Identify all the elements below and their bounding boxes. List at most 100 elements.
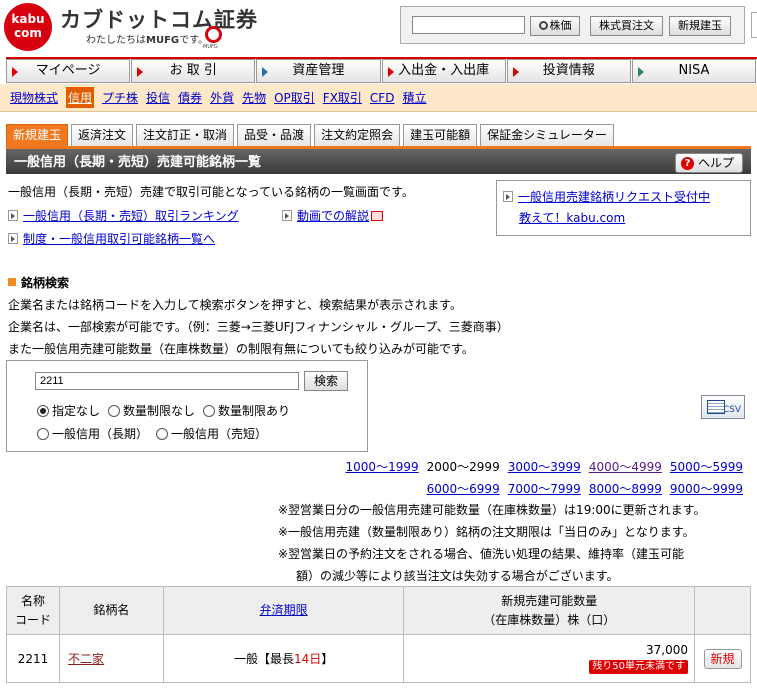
result-table: 名称 コード 銘柄名 弁済期限 新規売建可能数量 （在庫株数量）株（口） 2211 … xyxy=(6,586,751,683)
arrow-icon xyxy=(262,67,269,77)
col-qty-header-1: 新規売建可能数量 xyxy=(501,593,598,608)
radio-short-term[interactable]: 一般信用（売短） xyxy=(156,425,267,442)
new-order-button[interactable]: 新規 xyxy=(703,648,742,669)
col-term-sort-link: 弁済期限 xyxy=(259,603,308,617)
radio-long-term[interactable]: 一般信用（長期） xyxy=(37,425,148,442)
request-link[interactable]: 一般信用売建銘柄リクエスト受付中 xyxy=(503,187,750,208)
arrow-icon xyxy=(512,67,519,77)
subnav-fund[interactable]: 投信 xyxy=(146,89,170,106)
remaining-badge: 残り50単元未満です xyxy=(589,660,688,674)
brand-name: カブドットコム証券 xyxy=(60,8,258,32)
note-order-deadline: ※一般信用売建（数量制限あり）銘柄の注文期限は「当日のみ」となります。 xyxy=(278,525,695,539)
table-row: 2211 不二家 一般【最長14日】 37,000 残り50単元未満です 新規 xyxy=(6,634,751,683)
intro-text: 一般信用（長期・売短）売建で取引可能となっている銘柄の一覧画面です。 xyxy=(8,185,414,199)
qty-value: 37,000 xyxy=(646,643,688,657)
tab-order-inquiry[interactable]: 注文約定照会 xyxy=(314,124,401,146)
range-link[interactable]: 1000〜1999 xyxy=(346,458,419,475)
code-search-input[interactable] xyxy=(35,372,299,390)
header-edge-tab xyxy=(751,12,757,38)
quote-button[interactable]: 株価 xyxy=(530,16,580,36)
tab-buying-power[interactable]: 建玉可能額 xyxy=(403,124,478,146)
nav-assets-label: 資産管理 xyxy=(292,63,345,78)
range-link[interactable]: 8000〜8999 xyxy=(589,480,662,497)
tagline: わたしたちはMUFGです。 xyxy=(86,31,208,46)
arrow-icon xyxy=(387,67,394,77)
nav-info-label: 投資情報 xyxy=(542,63,595,78)
ranking-link[interactable]: 一般信用（長期・売短）取引ランキング xyxy=(8,207,239,224)
col-code-header-1: 名称 xyxy=(20,593,45,608)
csv-download-button[interactable]: CSV xyxy=(701,395,745,419)
new-margin-button[interactable]: 新規建玉 xyxy=(669,16,731,36)
help-icon: ? xyxy=(681,157,694,170)
radio-limited[interactable]: 数量制限あり xyxy=(203,402,290,419)
nav-nisa[interactable]: NISA xyxy=(631,59,757,83)
subnav-margin[interactable]: 信用 xyxy=(66,87,95,108)
radio-unlimited[interactable]: 数量制限なし xyxy=(108,402,195,419)
range-link[interactable]: 5000〜5999 xyxy=(670,458,743,475)
kabucom-logo[interactable]: kabu com xyxy=(4,3,52,51)
header-search-input[interactable] xyxy=(412,16,525,34)
nav-mypage-label: マイページ xyxy=(35,63,101,78)
nav-deposit[interactable]: 入出金・入出庫 xyxy=(381,59,506,83)
request-link-line2-wrap[interactable]: 教えて！kabu.com xyxy=(503,208,750,229)
subnav-cash-stock[interactable]: 現物株式 xyxy=(10,89,58,106)
search-desc-2: 企業名は、一部検索が可能です。（例：三菱→三菱UFJフィナンシャル・グループ、三… xyxy=(8,320,509,334)
help-button[interactable]: ? ヘルプ xyxy=(675,153,743,173)
subnav-cfd[interactable]: CFD xyxy=(370,91,395,105)
subnav-savings[interactable]: 積立 xyxy=(402,89,426,106)
list-link[interactable]: 制度・一般信用取引可能銘柄一覧へ xyxy=(8,230,215,247)
tab-margin-simulator[interactable]: 保証金シミュレーター xyxy=(480,124,614,146)
nav-assets[interactable]: 資産管理 xyxy=(256,59,381,83)
tab-order-modify[interactable]: 注文訂正・取消 xyxy=(136,124,235,146)
search-heading: 銘柄検索 xyxy=(8,274,69,291)
nav-info[interactable]: 投資情報 xyxy=(506,59,631,83)
col-code-header: 名称 コード xyxy=(6,586,60,635)
search-desc-1: 企業名または銘柄コードを入力して検索ボタンを押すと、検索結果が表示されます。 xyxy=(8,298,462,312)
subnav-futures[interactable]: 先物 xyxy=(242,89,266,106)
radio-no-filter[interactable]: 指定なし xyxy=(37,402,100,419)
stock-name-link[interactable]: 不二家 xyxy=(68,652,104,666)
term-pre: 一般【最長 xyxy=(233,652,294,666)
list-link-label: 制度・一般信用取引可能銘柄一覧へ xyxy=(23,232,216,246)
range-link[interactable]: 6000〜6999 xyxy=(427,480,500,497)
subnav-options[interactable]: OP取引 xyxy=(274,89,315,106)
stock-order-button[interactable]: 株式買注文 xyxy=(590,16,663,36)
video-link[interactable]: 動画での解説 xyxy=(282,207,384,224)
radio-icon xyxy=(203,404,216,417)
range-link[interactable]: 4000〜4999 xyxy=(589,458,662,475)
subnav-fx[interactable]: FX取引 xyxy=(323,89,362,106)
search-button[interactable]: 検索 xyxy=(304,371,348,391)
tagline-mufg: MUFG xyxy=(146,35,180,46)
code-range-row-1: 1000〜1999 2000〜2999 3000〜3999 4000〜4999 … xyxy=(338,458,743,475)
quote-button-label: 株価 xyxy=(549,19,572,32)
request-link-line2: 教えて！kabu.com xyxy=(519,211,626,225)
radio-no-filter-label: 指定なし xyxy=(52,404,101,418)
tab-repay-order[interactable]: 返済注文 xyxy=(71,124,134,146)
subnav-bond[interactable]: 債券 xyxy=(178,89,202,106)
nav-trade[interactable]: お 取 引 xyxy=(131,59,256,83)
subnav-petit[interactable]: プチ株 xyxy=(102,89,138,106)
cell-qty: 37,000 残り50単元未満です xyxy=(403,634,695,683)
sub-nav: 現物株式 信用 プチ株 投信 債券 外貨 先物 OP取引 FX取引 CFD 積立 xyxy=(0,84,757,112)
tab-delivery[interactable]: 品受・品渡 xyxy=(237,124,312,146)
link-arrow-icon xyxy=(8,233,18,244)
mufg-small-text: MUFG xyxy=(203,44,218,50)
col-term-header[interactable]: 弁済期限 xyxy=(162,586,405,635)
request-box: 一般信用売建銘柄リクエスト受付中 教えて！kabu.com xyxy=(496,180,751,236)
tab-new-position[interactable]: 新規建玉 xyxy=(6,124,69,146)
tagline-pre: わたしたちは xyxy=(86,35,146,46)
cell-term: 一般【最長14日】 xyxy=(162,634,405,683)
term-radio-group: 一般信用（長期） 一般信用（売短） xyxy=(37,425,275,442)
range-link[interactable]: 7000〜7999 xyxy=(508,480,581,497)
range-link[interactable]: 3000〜3999 xyxy=(508,458,581,475)
link-arrow-icon xyxy=(503,191,513,202)
help-button-label: ヘルプ xyxy=(697,156,734,170)
nav-mypage[interactable]: マイページ xyxy=(6,59,131,83)
range-link[interactable]: 9000〜9999 xyxy=(670,480,743,497)
radio-unlimited-label: 数量制限なし xyxy=(123,404,196,418)
page-tabs: 新規建玉 返済注文 注文訂正・取消 品受・品渡 注文約定照会 建玉可能額 保証金… xyxy=(6,124,751,146)
code-range-row-2: 6000〜6999 7000〜7999 8000〜8999 9000〜9999 xyxy=(419,480,743,497)
subnav-fx-currency[interactable]: 外貨 xyxy=(210,89,234,106)
col-name-header: 銘柄名 xyxy=(58,586,164,635)
search-desc-3: また一般信用売建可能数量（在庫株数量）の制限有無についても絞り込みが可能です。 xyxy=(8,342,474,356)
